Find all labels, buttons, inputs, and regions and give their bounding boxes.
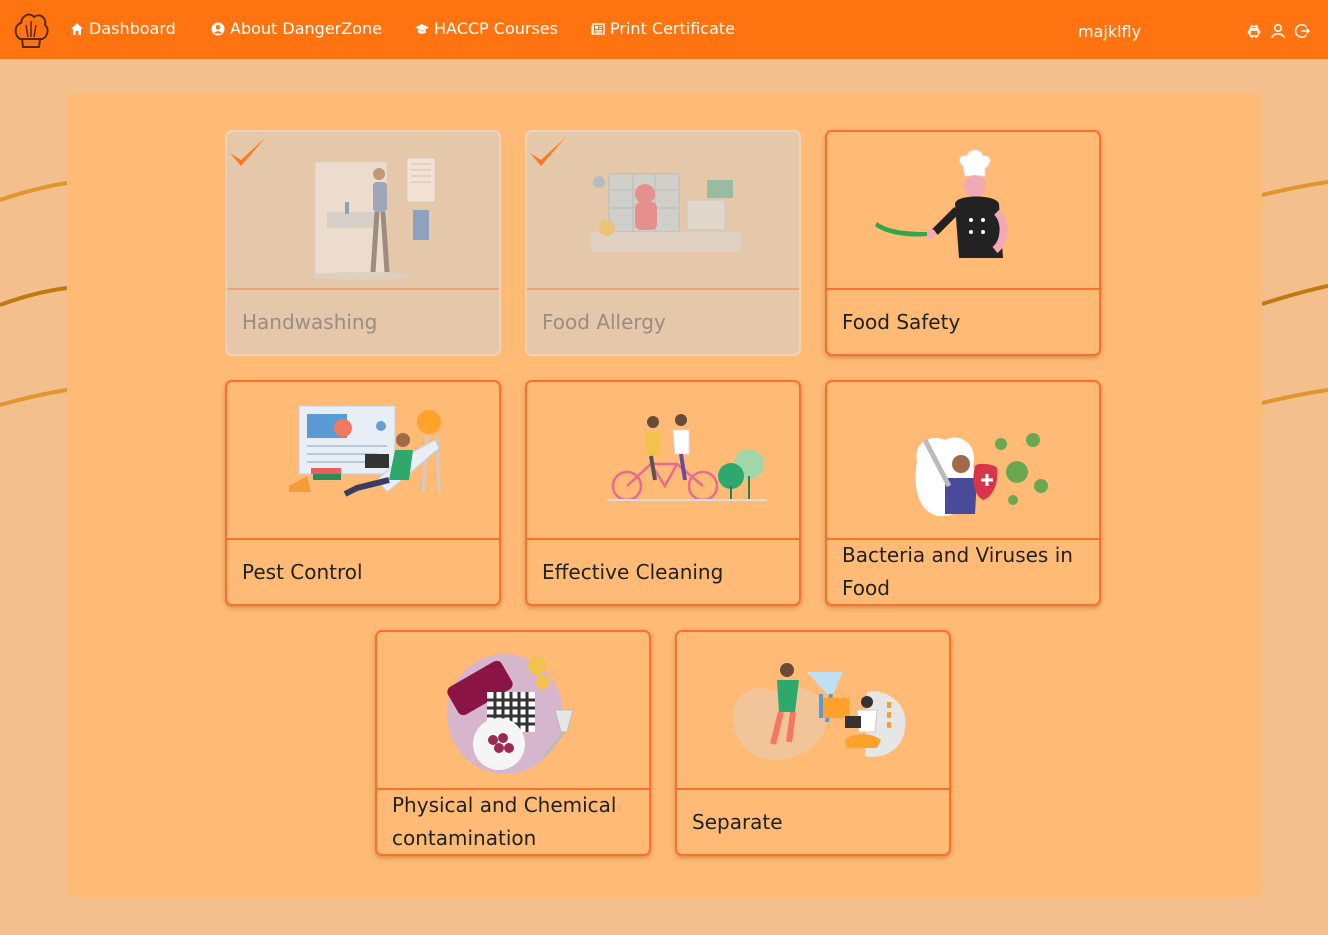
handwashing-illustration	[312, 157, 436, 280]
card-image-area	[827, 382, 1099, 540]
nav-about-label: About DangerZone	[230, 19, 382, 38]
course-card-separate[interactable]: Separate	[675, 630, 951, 856]
food-allergy-illustration	[591, 173, 741, 252]
android-icon[interactable]	[1246, 23, 1262, 39]
logout-icon[interactable]	[1294, 23, 1310, 39]
completed-check-icon	[230, 138, 265, 166]
card-image-area	[677, 632, 949, 790]
course-card-pest-control[interactable]: Pest Control	[225, 380, 501, 606]
newspaper-icon	[591, 22, 605, 35]
nav-print-certificate-link[interactable]: Print Certificate	[591, 19, 735, 38]
course-title: Food Allergy	[542, 309, 666, 334]
course-title: Handwashing	[242, 309, 378, 334]
course-title: Food Safety	[842, 309, 961, 334]
courses-panel: Handwashing Food Allergy Food Safety Pes…	[67, 93, 1262, 897]
username-label: majklfly	[1078, 22, 1142, 41]
nav-courses-label: HACCP Courses	[434, 19, 558, 38]
top-navbar: Dashboard About DangerZone HACCP Courses…	[0, 0, 1328, 59]
separate-illustration	[733, 663, 906, 761]
completed-check-icon	[530, 138, 565, 166]
nav-print-certificate-label: Print Certificate	[610, 19, 735, 38]
course-card-physical-chemical-contamination[interactable]: Physical and Chemical contamination	[375, 630, 651, 856]
chef-hat-logo-icon[interactable]	[12, 9, 50, 51]
nav-courses-link[interactable]: HACCP Courses	[415, 19, 558, 38]
virus-defence-illustration	[915, 433, 1048, 517]
course-title: Physical and Chemical contamination	[392, 793, 617, 850]
card-image-area	[527, 382, 799, 540]
home-icon	[71, 22, 83, 35]
course-title: Bacteria and Viruses in Food	[842, 543, 1073, 600]
card-image-area	[227, 382, 499, 540]
course-card-effective-cleaning[interactable]: Effective Cleaning	[525, 380, 801, 606]
course-title: Effective Cleaning	[542, 559, 724, 584]
nav-about-link[interactable]: About DangerZone	[211, 19, 382, 38]
graduation-cap-icon	[415, 23, 429, 34]
course-card-food-safety[interactable]: Food Safety	[825, 130, 1101, 356]
user-icon[interactable]	[1270, 23, 1286, 39]
course-card-food-allergy[interactable]: Food Allergy	[525, 130, 801, 356]
tandem-bicycle-illustration	[607, 414, 767, 502]
course-card-bacteria-viruses[interactable]: Bacteria and Viruses in Food	[825, 380, 1101, 606]
nav-dashboard-link[interactable]: Dashboard	[70, 19, 176, 38]
course-title: Pest Control	[242, 559, 363, 584]
pest-control-illustration	[289, 405, 441, 497]
card-image-area	[227, 132, 499, 290]
chef-illustration	[875, 149, 1008, 258]
wine-and-grapes-illustration	[447, 654, 574, 774]
user-circle-icon	[211, 22, 225, 35]
card-image-area	[527, 132, 799, 290]
card-image-area	[377, 632, 649, 790]
course-card-handwashing[interactable]: Handwashing	[225, 130, 501, 356]
course-title: Separate	[692, 809, 783, 834]
card-image-area	[827, 132, 1099, 290]
nav-dashboard-label: Dashboard	[89, 19, 176, 38]
